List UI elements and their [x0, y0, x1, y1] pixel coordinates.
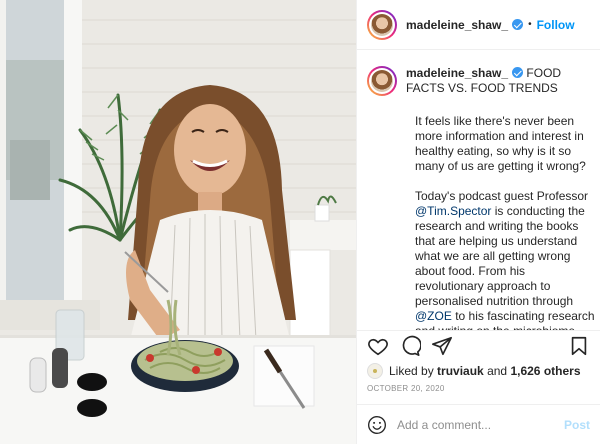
caption-text: Today's podcast guest Professor [415, 189, 589, 203]
caption-username[interactable]: madeleine_shaw_ [406, 66, 508, 80]
mention-link[interactable]: @ZOE [415, 309, 452, 323]
header-separator: • [528, 19, 532, 30]
action-bar [357, 330, 600, 360]
likes-middle: and [487, 364, 508, 378]
avatar[interactable] [367, 9, 397, 40]
header-username[interactable]: madeleine_shaw_ [406, 18, 508, 32]
caption-paragraph-1: It feels like there's never been more in… [415, 114, 586, 173]
verified-badge-icon [512, 19, 524, 30]
liker-username[interactable]: truviauk [437, 364, 484, 378]
caption-text: is conducting the research and writing t… [415, 204, 585, 308]
post-side-panel: madeleine_shaw_ • Follow madeleine_shaw_… [356, 0, 600, 444]
bookmark-icon[interactable] [568, 335, 590, 357]
post-photo[interactable] [0, 0, 356, 444]
caption-paragraph-2: Today's podcast guest Professor @Tim.Spe… [415, 189, 595, 330]
comment-input[interactable] [397, 417, 564, 432]
liker-avatar[interactable] [367, 363, 383, 379]
caption-area: madeleine_shaw_ FOOD FACTS VS. FOOD TREN… [357, 50, 600, 330]
likes-count-link[interactable]: 1,626 others [510, 364, 580, 378]
comment-bar: Post [357, 404, 600, 444]
caption-body: It feels like there's never been more in… [415, 114, 595, 330]
mention-link[interactable]: @Tim.Spector [415, 204, 491, 218]
heart-icon[interactable] [367, 335, 389, 357]
likes-row: Liked by truviauk and 1,626 others [367, 360, 590, 382]
post-date[interactable]: OCTOBER 20, 2020 [367, 384, 445, 393]
caption-avatar[interactable] [367, 66, 397, 96]
caption-header: madeleine_shaw_ FOOD FACTS VS. FOOD TREN… [367, 66, 590, 96]
paper-plane-icon[interactable] [431, 335, 453, 357]
post-comment-button[interactable]: Post [564, 418, 590, 432]
follow-button[interactable]: Follow [537, 18, 575, 32]
likes-prefix: Liked by [389, 364, 434, 378]
caption-title: madeleine_shaw_ FOOD FACTS VS. FOOD TREN… [406, 66, 586, 96]
smiley-icon[interactable] [367, 415, 387, 435]
comment-icon[interactable] [399, 335, 422, 357]
post-header: madeleine_shaw_ • Follow [357, 0, 600, 50]
post-image [0, 0, 356, 444]
verified-badge-icon [512, 67, 524, 78]
